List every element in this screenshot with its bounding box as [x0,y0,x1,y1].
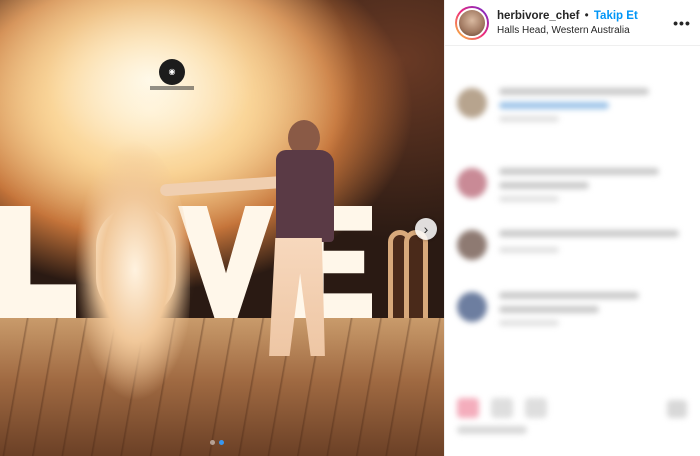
comment-text-blurred [499,168,659,202]
photographer-logo-text [150,86,194,90]
comment-item [457,88,649,122]
comment-icon[interactable] [491,398,513,418]
comments-section [445,46,700,456]
carousel-dots [210,440,224,445]
follow-button[interactable]: Takip Et [594,10,638,22]
meta-top-row: herbivore_chef • Takip Et [497,9,672,23]
post-actions [457,398,547,418]
post-meta: herbivore_chef • Takip Et Halls Head, We… [497,9,672,37]
likes-count-blurred [457,426,527,434]
post-header: herbivore_chef • Takip Et Halls Head, We… [445,0,700,46]
avatar [457,230,487,260]
post-sidebar: herbivore_chef • Takip Et Halls Head, We… [444,0,700,456]
carousel-dot [210,440,215,445]
chevron-right-icon: › [423,221,429,237]
wooden-floor [0,318,444,456]
story-ring[interactable] [455,5,489,40]
post-photo[interactable]: ◉ › [0,0,444,456]
username-link[interactable]: herbivore_chef [497,10,579,22]
carousel-dot-active [219,440,224,445]
comment-item [457,168,659,202]
avatar [457,168,487,198]
share-icon[interactable] [525,398,547,418]
location-link[interactable]: Halls Head, Western Australia [497,24,672,37]
bride-figure [70,140,190,400]
comment-text-blurred [499,230,679,253]
carousel-next-button[interactable]: › [415,218,437,240]
comment-text-blurred [499,88,649,122]
bookmark-icon[interactable] [667,400,687,418]
avatar [457,292,487,322]
like-icon[interactable] [457,398,479,418]
comment-item [457,230,679,260]
avatar [457,88,487,118]
comment-item [457,292,639,326]
separator-dot: • [584,9,589,22]
avatar[interactable] [457,7,487,38]
more-horizontal-icon[interactable]: ••• [672,15,692,31]
groom-jacket [276,150,334,242]
photographer-logo: ◉ [159,59,185,85]
marquee-arch [404,230,428,330]
comment-text-blurred [499,292,639,326]
